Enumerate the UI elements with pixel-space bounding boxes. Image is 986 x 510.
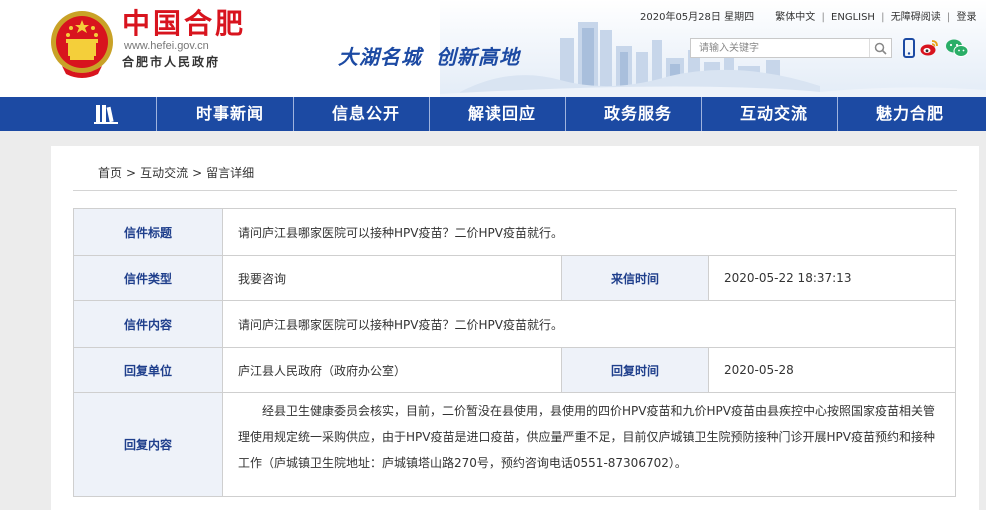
site-header: 中国合肥 www.hefei.gov.cn 合肥市人民政府 大湖名城 创新高地 2…: [0, 0, 986, 97]
nav-item-government-services[interactable]: 政务服务: [604, 97, 672, 131]
nav-divider: [293, 97, 294, 131]
reply-unit-value: 庐江县人民政府（政府办公室）: [222, 347, 562, 393]
date-display: 2020年05月28日 星期四: [640, 12, 755, 23]
main-nav: 时事新闻 信息公开 解读回应 政务服务 互动交流 魅力合肥: [0, 97, 986, 131]
breadcrumb-current: 留言详细: [206, 166, 255, 180]
letter-title-label: 信件标题: [73, 208, 223, 256]
weibo-icon[interactable]: [919, 38, 939, 58]
wechat-icon[interactable]: [945, 38, 969, 58]
table-row: 信件类型 我要咨询 来信时间 2020-05-22 18:37:13: [73, 255, 956, 301]
search-icon: [874, 42, 887, 55]
traditional-chinese-link[interactable]: 繁体中文: [775, 12, 815, 23]
content-panel: 首页 > 互动交流 > 留言详细 信件标题 请问庐江县哪家医院可以接种HPV疫苗？二价H…: [51, 146, 979, 510]
letter-time-label: 来信时间: [561, 255, 709, 301]
divider: |: [821, 12, 825, 23]
top-bar: 2020年05月28日 星期四 繁体中文 | ENGLISH | 无障碍阅读 |…: [640, 11, 976, 25]
letter-content-label: 信件内容: [73, 300, 223, 348]
letter-type-value: 我要咨询: [222, 255, 562, 301]
nav-divider: [156, 97, 157, 131]
nav-item-interpretation-response[interactable]: 解读回应: [468, 97, 536, 131]
english-link[interactable]: ENGLISH: [831, 12, 875, 23]
mobile-icon[interactable]: [899, 38, 919, 58]
nav-divider: [701, 97, 702, 131]
divider: |: [881, 12, 885, 23]
letter-detail-table: 信件标题 请问庐江县哪家医院可以接种HPV疫苗？二价HPV疫苗就行。 信件类型 …: [73, 208, 956, 497]
reply-content-value: 经县卫生健康委员会核实，目前，二价暂没在县使用，县使用的四价HPV疫苗和九价HP…: [222, 392, 956, 497]
site-name: 中国合肥: [122, 7, 247, 40]
nav-divider: [565, 97, 566, 131]
table-row: 信件内容 请问庐江县哪家医院可以接种HPV疫苗？二价HPV疫苗就行。: [73, 300, 956, 348]
breadcrumb-home[interactable]: 首页: [98, 166, 122, 180]
reply-unit-label: 回复单位: [73, 347, 223, 393]
nav-divider: [429, 97, 430, 131]
search-input[interactable]: [691, 39, 869, 57]
accessible-reading-link[interactable]: 无障碍阅读: [891, 12, 941, 23]
book-icon[interactable]: [92, 103, 120, 125]
nav-item-charming-hefei[interactable]: 魅力合肥: [876, 97, 944, 131]
breadcrumb-separator: >: [192, 166, 203, 180]
nav-item-interaction[interactable]: 互动交流: [740, 97, 808, 131]
site-org: 合肥市人民政府: [122, 55, 221, 69]
search-box: [690, 38, 892, 58]
slogan: 大湖名城 创新高地: [338, 44, 520, 70]
reply-content-label: 回复内容: [73, 392, 223, 497]
search-button[interactable]: [869, 39, 891, 57]
site-url: www.hefei.gov.cn: [124, 40, 209, 52]
table-row: 信件标题 请问庐江县哪家医院可以接种HPV疫苗？二价HPV疫苗就行。: [73, 208, 956, 256]
national-emblem-logo: [51, 11, 113, 78]
letter-title-value: 请问庐江县哪家医院可以接种HPV疫苗？二价HPV疫苗就行。: [222, 208, 956, 256]
table-row: 回复单位 庐江县人民政府（政府办公室） 回复时间 2020-05-28: [73, 347, 956, 393]
slogan-part-2: 创新高地: [436, 45, 520, 69]
letter-time-value: 2020-05-22 18:37:13: [708, 255, 956, 301]
nav-divider: [837, 97, 838, 131]
letter-type-label: 信件类型: [73, 255, 223, 301]
breadcrumb-divider: [73, 190, 957, 191]
nav-item-information-disclosure[interactable]: 信息公开: [332, 97, 400, 131]
login-link[interactable]: 登录: [956, 12, 976, 23]
table-row: 回复内容 经县卫生健康委员会核实，目前，二价暂没在县使用，县使用的四价HPV疫苗…: [73, 392, 956, 497]
nav-item-current-news[interactable]: 时事新闻: [196, 97, 264, 131]
breadcrumb-interaction[interactable]: 互动交流: [140, 166, 188, 180]
breadcrumb-separator: >: [126, 166, 137, 180]
breadcrumb: 首页 > 互动交流 > 留言详细: [98, 165, 254, 181]
reply-time-value: 2020-05-28: [708, 347, 956, 393]
slogan-part-1: 大湖名城: [338, 45, 422, 69]
letter-content-value: 请问庐江县哪家医院可以接种HPV疫苗？二价HPV疫苗就行。: [222, 300, 956, 348]
divider: |: [946, 12, 951, 23]
reply-time-label: 回复时间: [561, 347, 709, 393]
